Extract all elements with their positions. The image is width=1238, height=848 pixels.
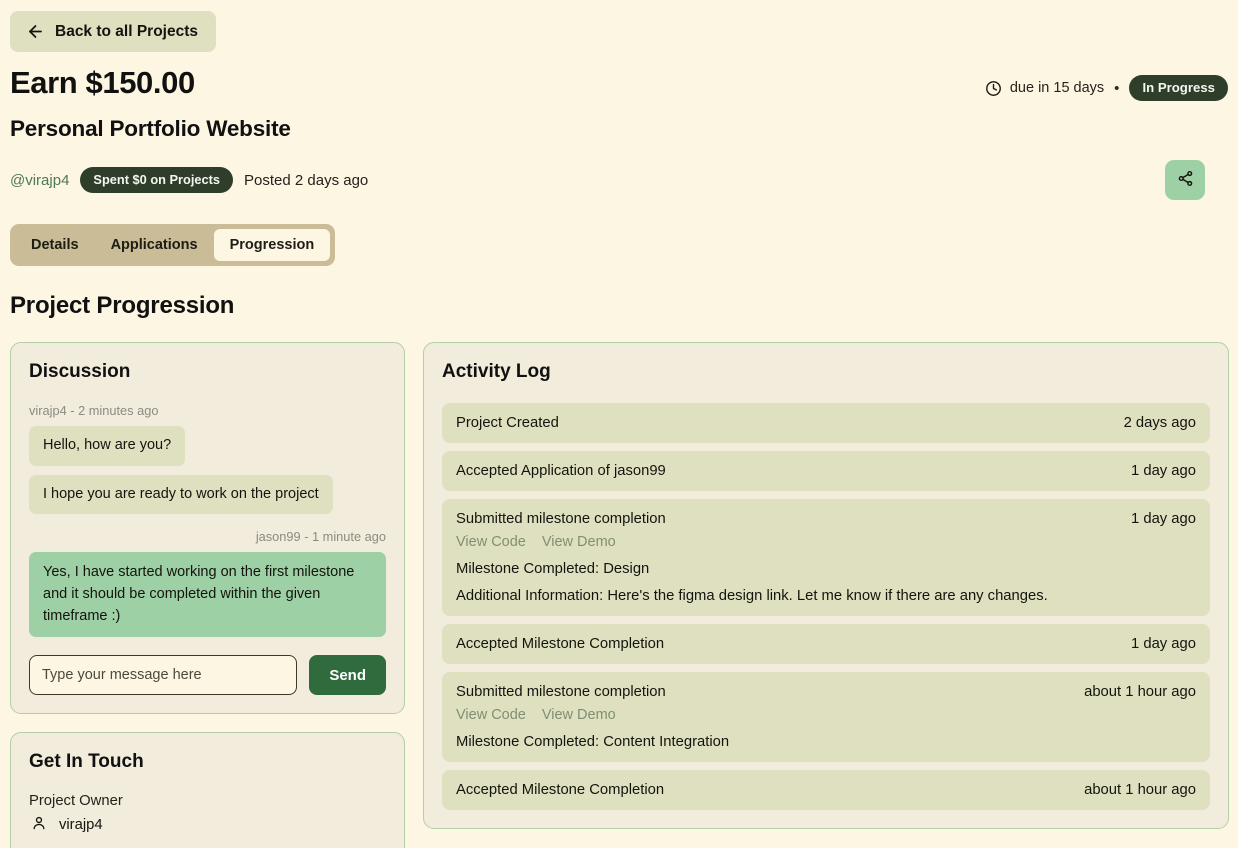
tab-progression[interactable]: Progression	[213, 229, 331, 261]
view-code-link[interactable]: View Code	[456, 707, 526, 723]
view-demo-link[interactable]: View Demo	[542, 534, 616, 550]
content-columns: Discussion virajp4 - 2 minutes ago Hello…	[10, 342, 1229, 848]
activity-header: Accepted Milestone Completion about 1 ho…	[456, 782, 1196, 798]
activity-title: Submitted milestone completion	[456, 511, 666, 527]
activity-title: Project Created	[456, 415, 559, 431]
status-badge: In Progress	[1129, 75, 1228, 101]
activity-header: Accepted Application of jason99 1 day ag…	[456, 463, 1196, 479]
arrow-left-icon	[26, 22, 45, 41]
activity-time: about 1 hour ago	[1084, 782, 1196, 798]
poster-row: @virajp4 Spent $0 on Projects Posted 2 d…	[10, 160, 1228, 200]
message-author-line: jason99 - 1 minute ago	[255, 529, 386, 545]
view-demo-link[interactable]: View Demo	[542, 707, 616, 723]
activity-row: Accepted Milestone Completion 1 day ago	[442, 624, 1210, 664]
discussion-heading: Discussion	[29, 361, 131, 382]
meta-separator: •	[1114, 79, 1120, 97]
get-in-touch-heading: Get In Touch	[29, 751, 144, 773]
back-button-label: Back to all Projects	[55, 22, 199, 40]
activity-header: Project Created 2 days ago	[456, 415, 1196, 431]
earn-amount-title: Earn $150.00	[10, 65, 195, 100]
activity-title: Submitted milestone completion	[456, 684, 666, 700]
project-owner-row[interactable]: virajp4	[31, 815, 386, 835]
message-bubble-wrap: Hello, how are you?	[29, 426, 386, 475]
message-author-line: virajp4 - 2 minutes ago	[29, 403, 159, 418]
activity-row: Accepted Milestone Completion about 1 ho…	[442, 770, 1210, 810]
activity-time: 1 day ago	[1131, 636, 1196, 652]
activity-time: 2 days ago	[1123, 415, 1196, 431]
project-tabs: Details Applications Progression	[10, 224, 336, 266]
clock-icon	[985, 80, 1002, 97]
message-bubble: I hope you are ready to work on the proj…	[29, 474, 333, 515]
due-text: due in 15 days	[1009, 80, 1105, 96]
right-column: Activity Log Project Created 2 days ago …	[423, 342, 1229, 848]
tab-applications[interactable]: Applications	[95, 229, 214, 261]
activity-header: Submitted milestone completion about 1 h…	[456, 684, 1196, 700]
share-button[interactable]	[1165, 160, 1205, 200]
activity-time: about 1 hour ago	[1084, 684, 1196, 700]
message-bubble-wrap: Yes, I have started working on the first…	[29, 552, 386, 646]
project-owner-name: virajp4	[59, 817, 103, 834]
activity-detail-line: Additional Information: Here's the figma…	[456, 588, 1048, 604]
activity-title: Accepted Milestone Completion	[456, 782, 665, 798]
posted-time: Posted 2 days ago	[244, 171, 369, 189]
message-bubble-wrap: I hope you are ready to work on the proj…	[29, 474, 386, 524]
activity-row: Submitted milestone completion 1 day ago…	[442, 499, 1210, 616]
back-to-all-projects-button[interactable]: Back to all Projects	[10, 11, 217, 52]
activity-row: Submitted milestone completion about 1 h…	[442, 672, 1210, 762]
activity-header: Accepted Milestone Completion 1 day ago	[456, 636, 1196, 652]
send-button[interactable]: Send	[309, 655, 386, 696]
activity-row: Project Created 2 days ago	[442, 403, 1210, 443]
message-group: virajp4 - 2 minutes ago Hello, how are y…	[29, 403, 386, 523]
activity-links: View Code View Demo	[456, 707, 1196, 723]
left-column: Discussion virajp4 - 2 minutes ago Hello…	[10, 342, 405, 848]
section-title: Project Progression	[10, 292, 235, 319]
view-code-link[interactable]: View Code	[456, 534, 526, 550]
owner-handle-link[interactable]: @virajp4	[10, 172, 69, 189]
activity-time: 1 day ago	[1131, 463, 1196, 479]
message-bubble: Yes, I have started working on the first…	[29, 552, 386, 638]
message-input[interactable]	[29, 655, 298, 696]
activity-title: Accepted Milestone Completion	[456, 636, 665, 652]
project-progression-page: Back to all Projects Earn $150.00 due in…	[0, 0, 1238, 848]
activity-time: 1 day ago	[1131, 511, 1196, 527]
activity-header: Submitted milestone completion 1 day ago	[456, 511, 1196, 527]
page-title: Personal Portfolio Website	[10, 116, 291, 141]
activity-log-heading: Activity Log	[442, 361, 551, 382]
spent-badge: Spent $0 on Projects	[80, 167, 234, 193]
project-meta: due in 15 days • In Progress	[985, 66, 1228, 101]
message-group: jason99 - 1 minute ago Yes, I have start…	[29, 529, 386, 646]
title-row: Earn $150.00 due in 15 days • In Progres…	[10, 65, 1228, 101]
tab-details[interactable]: Details	[15, 229, 95, 261]
activity-links: View Code View Demo	[456, 534, 1196, 550]
activity-title: Accepted Application of jason99	[456, 463, 666, 479]
message-bubble: Hello, how are you?	[29, 426, 186, 466]
activity-log-panel: Activity Log Project Created 2 days ago …	[423, 342, 1229, 829]
discussion-panel: Discussion virajp4 - 2 minutes ago Hello…	[10, 342, 405, 715]
poster-info: @virajp4 Spent $0 on Projects Posted 2 d…	[10, 167, 368, 193]
message-compose-row: Send	[29, 655, 386, 696]
activity-row: Accepted Application of jason99 1 day ag…	[442, 451, 1210, 491]
project-owner-label: Project Owner	[29, 793, 123, 810]
activity-detail-line: Milestone Completed: Content Integration	[456, 734, 730, 750]
activity-detail-line: Milestone Completed: Design	[456, 561, 650, 577]
get-in-touch-panel: Get In Touch Project Owner virajp4 Appli…	[10, 732, 405, 848]
user-icon	[31, 815, 47, 835]
share-icon	[1177, 170, 1194, 190]
